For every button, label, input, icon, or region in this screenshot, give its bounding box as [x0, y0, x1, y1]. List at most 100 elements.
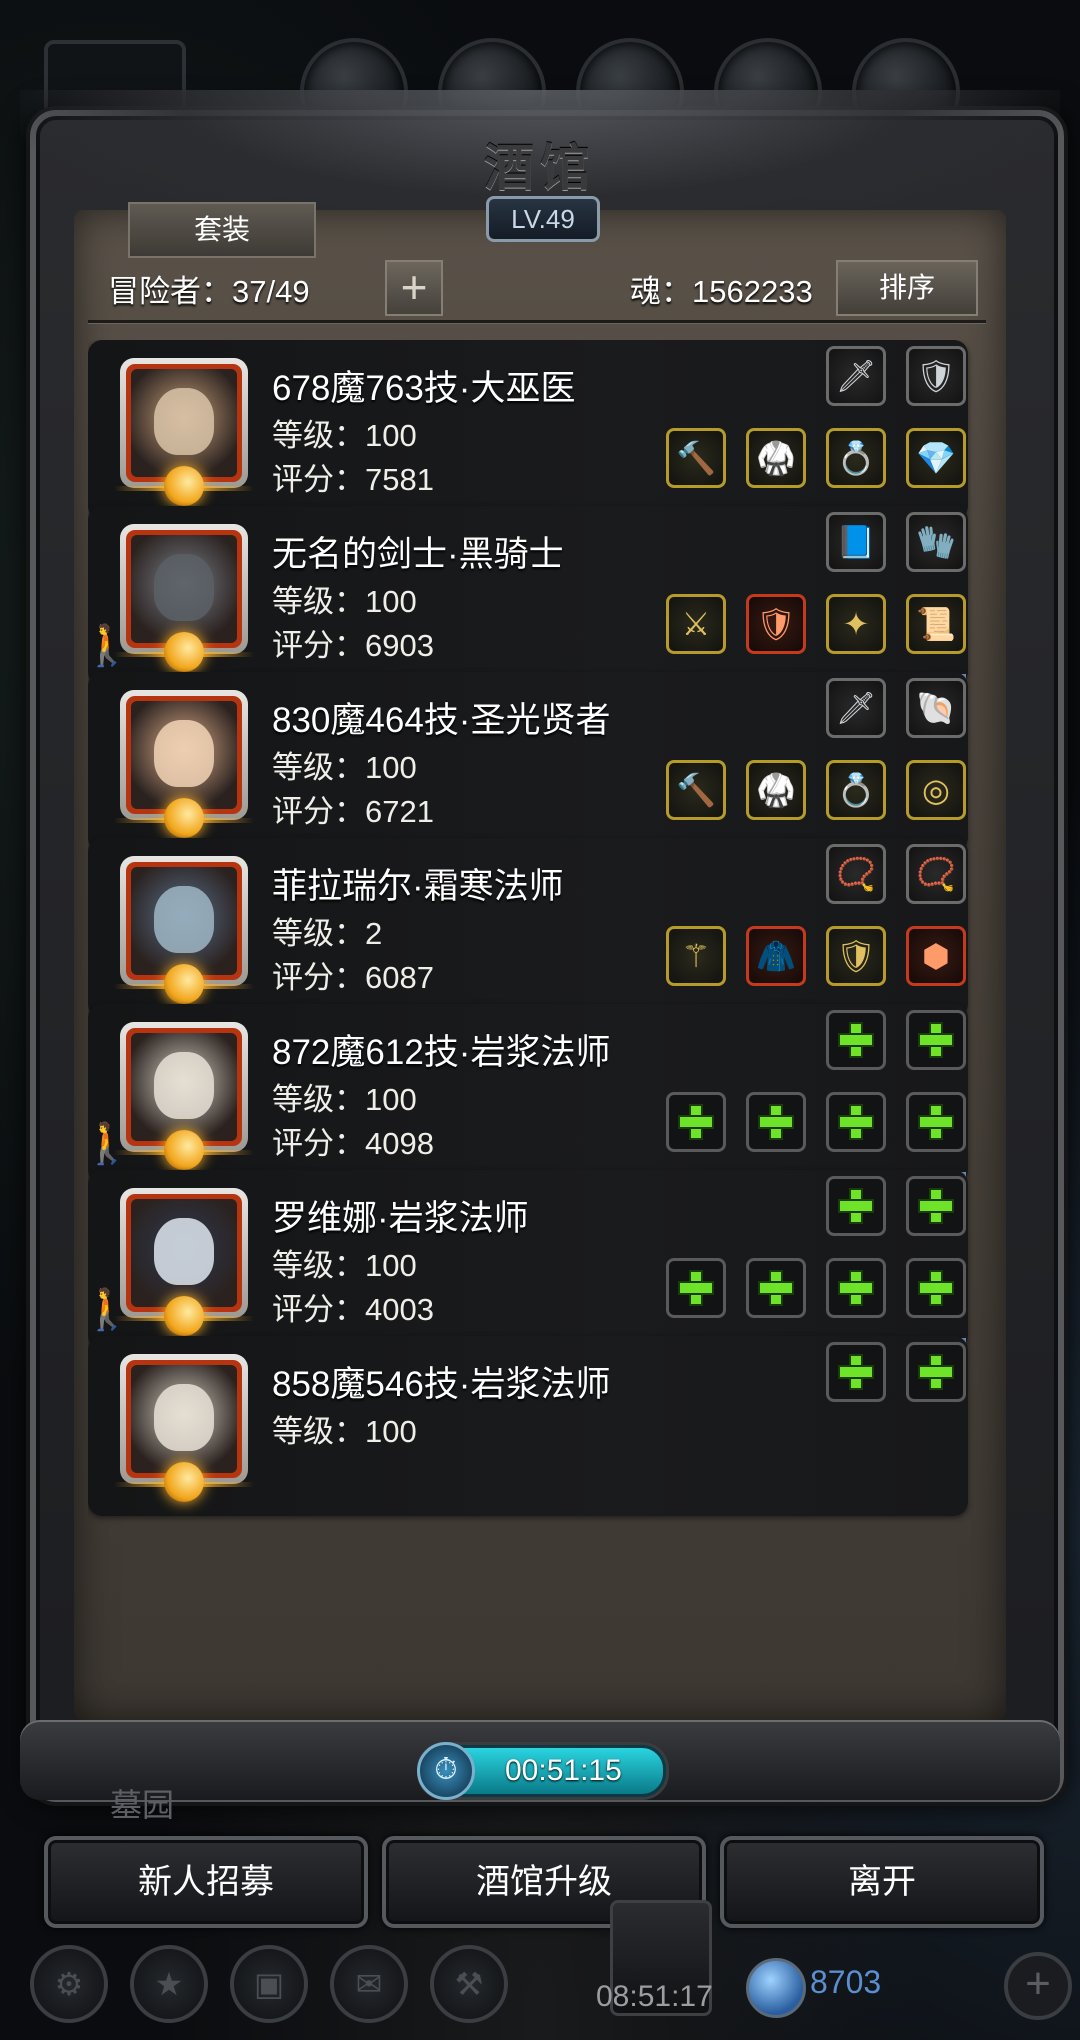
robe-icon: 🧥 — [756, 938, 796, 974]
adventurer-count: 冒险者：37/49 — [108, 274, 310, 309]
inventory-icon[interactable]: ▣ — [230, 1945, 308, 2023]
hero-score: 评分：4003 — [272, 1292, 434, 1327]
equip-slot[interactable]: 💎 — [906, 428, 966, 488]
equip-slot[interactable] — [826, 1092, 886, 1152]
hero-avatar — [131, 701, 237, 809]
equip-slot[interactable] — [666, 1092, 726, 1152]
equip-slot[interactable]: 🛡 — [906, 346, 966, 406]
staff-icon: ⚚ — [681, 938, 711, 974]
forge-icon[interactable]: ⚒ — [430, 1945, 508, 2023]
equip-slot[interactable]: 🧥 — [746, 926, 806, 986]
amulet-icon: ✦ — [842, 606, 870, 642]
hero-row[interactable]: 858魔546技·岩浆法师 等级：100 — [88, 1336, 968, 1516]
equip-slot[interactable]: 📘 — [826, 512, 886, 572]
portrait-frame — [126, 862, 242, 980]
portrait-frame — [126, 530, 242, 648]
hero-row[interactable]: 🚶罗维娜·岩浆法师等级：100评分：400332 — [88, 1170, 968, 1394]
hero-row[interactable]: 🚶无名的剑士·黑骑士等级：100评分：6903📘🧤⚔🛡✦📜1 — [88, 506, 968, 730]
add-icon — [758, 1104, 794, 1140]
hero-level: 等级：100 — [272, 1414, 417, 1449]
equip-slot[interactable] — [826, 1010, 886, 1070]
equip-slot[interactable]: ✦ — [826, 594, 886, 654]
equip-slot[interactable] — [906, 1010, 966, 1070]
add-icon — [918, 1022, 954, 1058]
hero-avatar — [131, 867, 237, 975]
add-adventurer-button[interactable]: + — [385, 260, 443, 316]
hero-list[interactable]: 678魔763技·大巫医 等级：100 评分：7581 🗡 🛡 🔨 🥋 💍 💎 🚶 无名的剑士·黑骑… — [88, 340, 986, 1722]
equip-slot[interactable] — [906, 1342, 966, 1402]
hero-row[interactable]: 菲拉瑞尔·霜寒法师 等级：2 评分：6087 📿 📿 ⚚ 🧥 🛡 ⬢ — [88, 838, 968, 1018]
horn-icon: 🐚 — [916, 690, 956, 726]
hero-score: 评分：6087 — [272, 960, 434, 995]
equip-slot[interactable]: 🛡 — [746, 594, 806, 654]
achievement-icon[interactable]: ★ — [130, 1945, 208, 2023]
hero-row[interactable]: 830魔464技·圣光贤者 等级：100 评分：6721 🗡 🐚 🔨 🥋 💍 ◎ — [88, 672, 968, 852]
equip-slot[interactable]: 📿 — [826, 844, 886, 904]
equip-slot[interactable]: 🧤 — [906, 512, 966, 572]
equip-slot[interactable]: 🛡 — [826, 926, 886, 986]
equip-slot[interactable]: 🐚 — [906, 678, 966, 738]
bracer-icon: 🛡 — [915, 358, 957, 394]
mail-icon[interactable]: ✉ — [330, 1945, 408, 2023]
equip-slot[interactable]: 📜 — [906, 594, 966, 654]
page-title: 酒馆 — [484, 138, 596, 197]
equip-slot[interactable]: ◎ — [906, 760, 966, 820]
sort-button[interactable]: 排序 — [836, 260, 978, 316]
equip-slot[interactable]: 🗡 — [826, 678, 886, 738]
hammer-icon: 🔨 — [676, 772, 716, 808]
necklace-icon: 📿 — [836, 856, 876, 892]
add-icon — [918, 1104, 954, 1140]
equip-slot[interactable] — [826, 1258, 886, 1318]
sword-icon: ⚔ — [681, 606, 711, 642]
equip-slot[interactable]: 🔨 — [666, 428, 726, 488]
dagger-icon: 🗡 — [835, 690, 877, 726]
add-icon — [918, 1354, 954, 1390]
equip-slot[interactable]: ⚔ — [666, 594, 726, 654]
equip-slot[interactable] — [746, 1092, 806, 1152]
armor-icon: 🥋 — [756, 772, 796, 808]
equip-slot[interactable]: 📿 — [906, 844, 966, 904]
equip-slot[interactable]: 💍 — [826, 760, 886, 820]
equip-slot[interactable]: ⚚ — [666, 926, 726, 986]
moon-icon — [164, 1130, 204, 1170]
settings-icon[interactable]: ⚙ — [30, 1945, 108, 2023]
on-expedition-icon: 🚶 — [88, 1288, 132, 1332]
equip-slot[interactable]: 🔨 — [666, 760, 726, 820]
equip-slot[interactable]: 🥋 — [746, 428, 806, 488]
equip-slot[interactable]: 💍 — [826, 428, 886, 488]
hero-avatar — [131, 1365, 237, 1473]
bracelet-icon: ◎ — [922, 772, 950, 808]
hero-score: 评分：7581 — [272, 462, 434, 497]
portrait-frame — [126, 364, 242, 482]
equip-slot[interactable] — [826, 1342, 886, 1402]
on-expedition-icon: 🚶 — [88, 1122, 132, 1166]
gauntlet-icon: 🧤 — [916, 524, 956, 560]
portrait-frame — [126, 1360, 242, 1478]
equip-slot[interactable] — [906, 1092, 966, 1152]
leave-button[interactable]: 离开 — [720, 1836, 1044, 1928]
equip-slot[interactable]: 🗡 — [826, 346, 886, 406]
hero-level: 等级：100 — [272, 750, 417, 785]
portrait-frame — [126, 1028, 242, 1146]
hero-row[interactable]: 🚶872魔612技·岩浆法师等级：100评分：40981 — [88, 1004, 968, 1228]
armor-icon: 🥋 — [756, 440, 796, 476]
dagger-icon: 🗡 — [835, 358, 877, 394]
equip-slot[interactable] — [906, 1176, 966, 1236]
add-gems-button[interactable]: + — [1004, 1952, 1072, 2020]
moon-icon — [164, 798, 204, 838]
portrait-frame — [126, 1194, 242, 1312]
cemetery-label: 墓园 — [110, 1786, 175, 1824]
equip-slot[interactable] — [666, 1258, 726, 1318]
tab-set[interactable]: 套装 — [128, 202, 316, 258]
equip-slot[interactable] — [826, 1176, 886, 1236]
equip-slot[interactable] — [746, 1258, 806, 1318]
hero-row[interactable]: 678魔763技·大巫医 等级：100 评分：7581 🗡 🛡 🔨 🥋 💍 💎 — [88, 340, 968, 520]
equip-slot[interactable]: ⬢ — [906, 926, 966, 986]
equip-slot[interactable]: 🥋 — [746, 760, 806, 820]
hero-score: 评分：6721 — [272, 794, 434, 829]
ring-icon: 💍 — [836, 772, 876, 808]
hero-name: 872魔612技·岩浆法师 — [272, 1033, 611, 1072]
recruit-button[interactable]: 新人招募 — [44, 1836, 368, 1928]
soul-count: 魂：1562233 — [630, 274, 813, 309]
equip-slot[interactable] — [906, 1258, 966, 1318]
